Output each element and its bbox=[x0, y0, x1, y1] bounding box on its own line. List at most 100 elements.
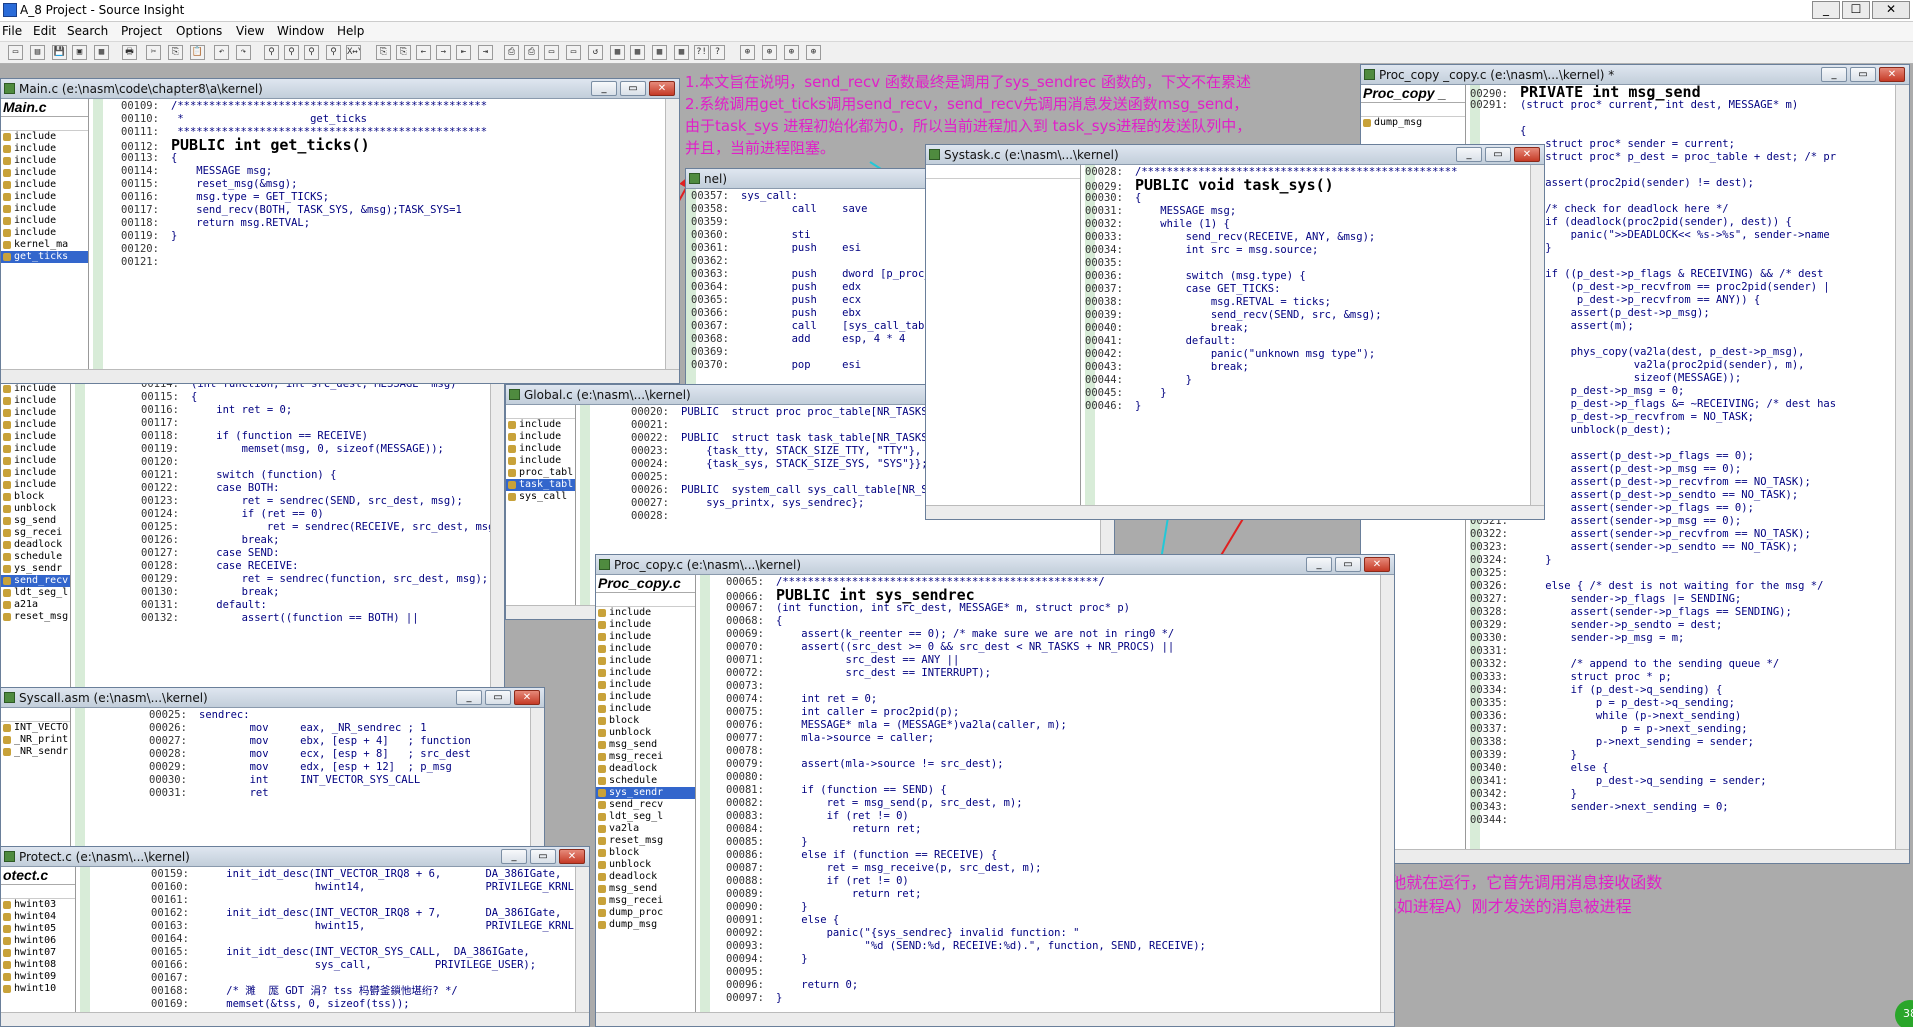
symbol-list-item[interactable]: include bbox=[1, 179, 88, 191]
toolbar-button-33[interactable]: ⊕ bbox=[740, 45, 755, 60]
menu-window[interactable]: Window bbox=[277, 24, 324, 38]
menu-project[interactable]: Project bbox=[121, 24, 162, 38]
window-minimize-button[interactable]: _ bbox=[591, 81, 617, 96]
symbol-search-input[interactable] bbox=[1, 117, 88, 131]
window-restore-button[interactable]: ▭ bbox=[620, 81, 646, 96]
horizontal-scrollbar[interactable] bbox=[596, 1012, 1394, 1026]
menu-view[interactable]: View bbox=[236, 24, 264, 38]
toolbar-button-21[interactable]: ⇥ bbox=[478, 45, 493, 60]
toolbar-button-2[interactable]: 💾 bbox=[52, 45, 67, 60]
window-restore-button[interactable]: ▭ bbox=[530, 849, 556, 864]
symbol-search-input[interactable] bbox=[926, 165, 1080, 179]
window-restore-button[interactable]: ▭ bbox=[1485, 147, 1511, 162]
toolbar-button-34[interactable]: ⊕ bbox=[762, 45, 777, 60]
menu-search[interactable]: Search bbox=[67, 24, 108, 38]
toolbar-button-29[interactable]: ▦ bbox=[652, 45, 667, 60]
window-close-button[interactable]: ✕ bbox=[559, 849, 585, 864]
window-caption[interactable]: Protect.c (e:\nasm\...\kernel) _ ▭ ✕ bbox=[1, 847, 589, 867]
symbol-list-item[interactable]: proc_tabl bbox=[506, 467, 575, 479]
symbol-list-item[interactable]: get_ticks bbox=[1, 251, 88, 263]
window-minimize-button[interactable]: _ bbox=[1821, 67, 1847, 82]
vertical-scrollbar[interactable] bbox=[1380, 575, 1394, 1012]
window-minimize-button[interactable]: _ bbox=[501, 849, 527, 864]
symbol-list-item[interactable]: include bbox=[1, 167, 88, 179]
menu-help[interactable]: Help bbox=[337, 24, 364, 38]
code-editor[interactable]: 00028:/*********************************… bbox=[1085, 165, 1544, 519]
toolbar-button-3[interactable]: ▣ bbox=[72, 45, 87, 60]
symbol-list-item[interactable]: include bbox=[596, 703, 695, 715]
window-proc_c_a[interactable]: roc.c (e:\nasm\code\chapter8\a\kernel) *… bbox=[0, 330, 505, 724]
symbol-list-item[interactable]: dump_msg bbox=[1361, 117, 1465, 129]
symbol-list-item[interactable]: sg_recei bbox=[1, 527, 70, 539]
symbol-list-item[interactable]: unblock bbox=[596, 727, 695, 739]
symbol-list-item[interactable]: sys_call bbox=[506, 491, 575, 503]
symbol-list-item[interactable]: block bbox=[596, 847, 695, 859]
toolbar-button-12[interactable]: ⚲ bbox=[284, 45, 299, 60]
symbol-list-item[interactable]: include bbox=[1, 191, 88, 203]
symbol-list-item[interactable]: include bbox=[506, 419, 575, 431]
symbol-list-item[interactable]: block bbox=[596, 715, 695, 727]
symbol-list-item[interactable]: include bbox=[1, 131, 88, 143]
window-caption[interactable]: Main.c (e:\nasm\code\chapter8\a\kernel) _… bbox=[1, 79, 679, 99]
symbol-list-item[interactable]: send_recv bbox=[596, 799, 695, 811]
symbol-list-item[interactable]: include bbox=[1, 431, 70, 443]
window-caption[interactable]: Proc_copy.c (e:\nasm\...\kernel) _ ▭ ✕ bbox=[596, 555, 1394, 575]
menu-edit[interactable]: Edit bbox=[33, 24, 56, 38]
symbol-list-item[interactable]: include bbox=[1, 155, 88, 167]
toolbar-button-26[interactable]: ↺ bbox=[588, 45, 603, 60]
toolbar-button-14[interactable]: ⚲ bbox=[326, 45, 341, 60]
horizontal-scrollbar[interactable] bbox=[1, 369, 679, 383]
toolbar-button-35[interactable]: ⊕ bbox=[784, 45, 799, 60]
window-restore-button[interactable]: ▭ bbox=[1335, 557, 1361, 572]
symbol-list-item[interactable]: reset_msg bbox=[1, 611, 70, 623]
toolbar-button-0[interactable]: ▭ bbox=[8, 45, 23, 60]
symbol-list-item[interactable]: va2la bbox=[596, 823, 695, 835]
symbol-list-item[interactable]: deadlock bbox=[596, 871, 695, 883]
horizontal-scrollbar[interactable] bbox=[926, 505, 1544, 519]
symbol-list-item[interactable]: sg_send bbox=[1, 515, 70, 527]
window-main_c[interactable]: Main.c (e:\nasm\code\chapter8\a\kernel) _… bbox=[0, 78, 680, 384]
window-close-button[interactable]: ✕ bbox=[1514, 147, 1540, 162]
toolbar-button-32[interactable]: ? bbox=[710, 45, 725, 60]
symbol-list-item[interactable]: include bbox=[596, 607, 695, 619]
symbol-search-input[interactable] bbox=[1361, 103, 1465, 117]
symbol-list-item[interactable]: INT_VECTO bbox=[1, 722, 70, 734]
symbol-list-item[interactable]: msg_send bbox=[596, 739, 695, 751]
symbol-list-item[interactable]: include bbox=[596, 619, 695, 631]
symbol-list-item[interactable]: send_recv bbox=[1, 575, 70, 587]
toolbar-button-6[interactable]: ✂ bbox=[146, 45, 161, 60]
symbol-list-item[interactable]: hwint10 bbox=[1, 983, 75, 995]
symbol-list-item[interactable]: include bbox=[596, 679, 695, 691]
window-restore-button[interactable]: ▭ bbox=[1850, 67, 1876, 82]
symbol-list-item[interactable]: hwint04 bbox=[1, 911, 75, 923]
toolbar-button-24[interactable]: ▭ bbox=[544, 45, 559, 60]
symbol-list-item[interactable]: include bbox=[596, 667, 695, 679]
toolbar-button-10[interactable]: ↷ bbox=[236, 45, 251, 60]
window-minimize-button[interactable]: _ bbox=[1456, 147, 1482, 162]
symbol-list-item[interactable]: sys_sendr bbox=[596, 787, 695, 799]
window-protect_c[interactable]: Protect.c (e:\nasm\...\kernel) _ ▭ ✕ otect.c… bbox=[0, 846, 590, 1027]
symbol-list-item[interactable]: kernel_ma bbox=[1, 239, 88, 251]
toolbar-button-9[interactable]: ↶ bbox=[214, 45, 229, 60]
symbol-list-item[interactable]: include bbox=[596, 631, 695, 643]
symbol-list-item[interactable]: task_tabl bbox=[506, 479, 575, 491]
window-close-button[interactable]: ✕ bbox=[1879, 67, 1905, 82]
toolbar-button-19[interactable]: → bbox=[436, 45, 451, 60]
symbol-list-item[interactable]: unblock bbox=[596, 859, 695, 871]
symbol-list-item[interactable]: include bbox=[1, 419, 70, 431]
symbol-list-item[interactable]: include bbox=[1, 215, 88, 227]
symbol-list-item[interactable]: include bbox=[1, 227, 88, 239]
symbol-list-item[interactable]: include bbox=[506, 455, 575, 467]
menu-options[interactable]: Options bbox=[176, 24, 222, 38]
window-proc_copy_main[interactable]: Proc_copy.c (e:\nasm\...\kernel) _ ▭ ✕ Proc_… bbox=[595, 554, 1395, 1027]
horizontal-scrollbar[interactable] bbox=[1, 1012, 589, 1026]
symbol-list-item[interactable]: unblock bbox=[1, 503, 70, 515]
symbol-list-item[interactable]: include bbox=[1, 443, 70, 455]
toolbar-button-25[interactable]: ▭ bbox=[566, 45, 581, 60]
symbol-search-input[interactable] bbox=[1, 885, 75, 899]
symbol-list-item[interactable]: ys_sendr bbox=[1, 563, 70, 575]
symbol-list-item[interactable]: deadlock bbox=[1, 539, 70, 551]
close-button[interactable]: ✕ bbox=[1872, 1, 1910, 19]
window-caption[interactable]: Proc_copy _copy.c (e:\nasm\...\kernel) *… bbox=[1361, 65, 1909, 85]
symbol-list-item[interactable]: include bbox=[1, 407, 70, 419]
